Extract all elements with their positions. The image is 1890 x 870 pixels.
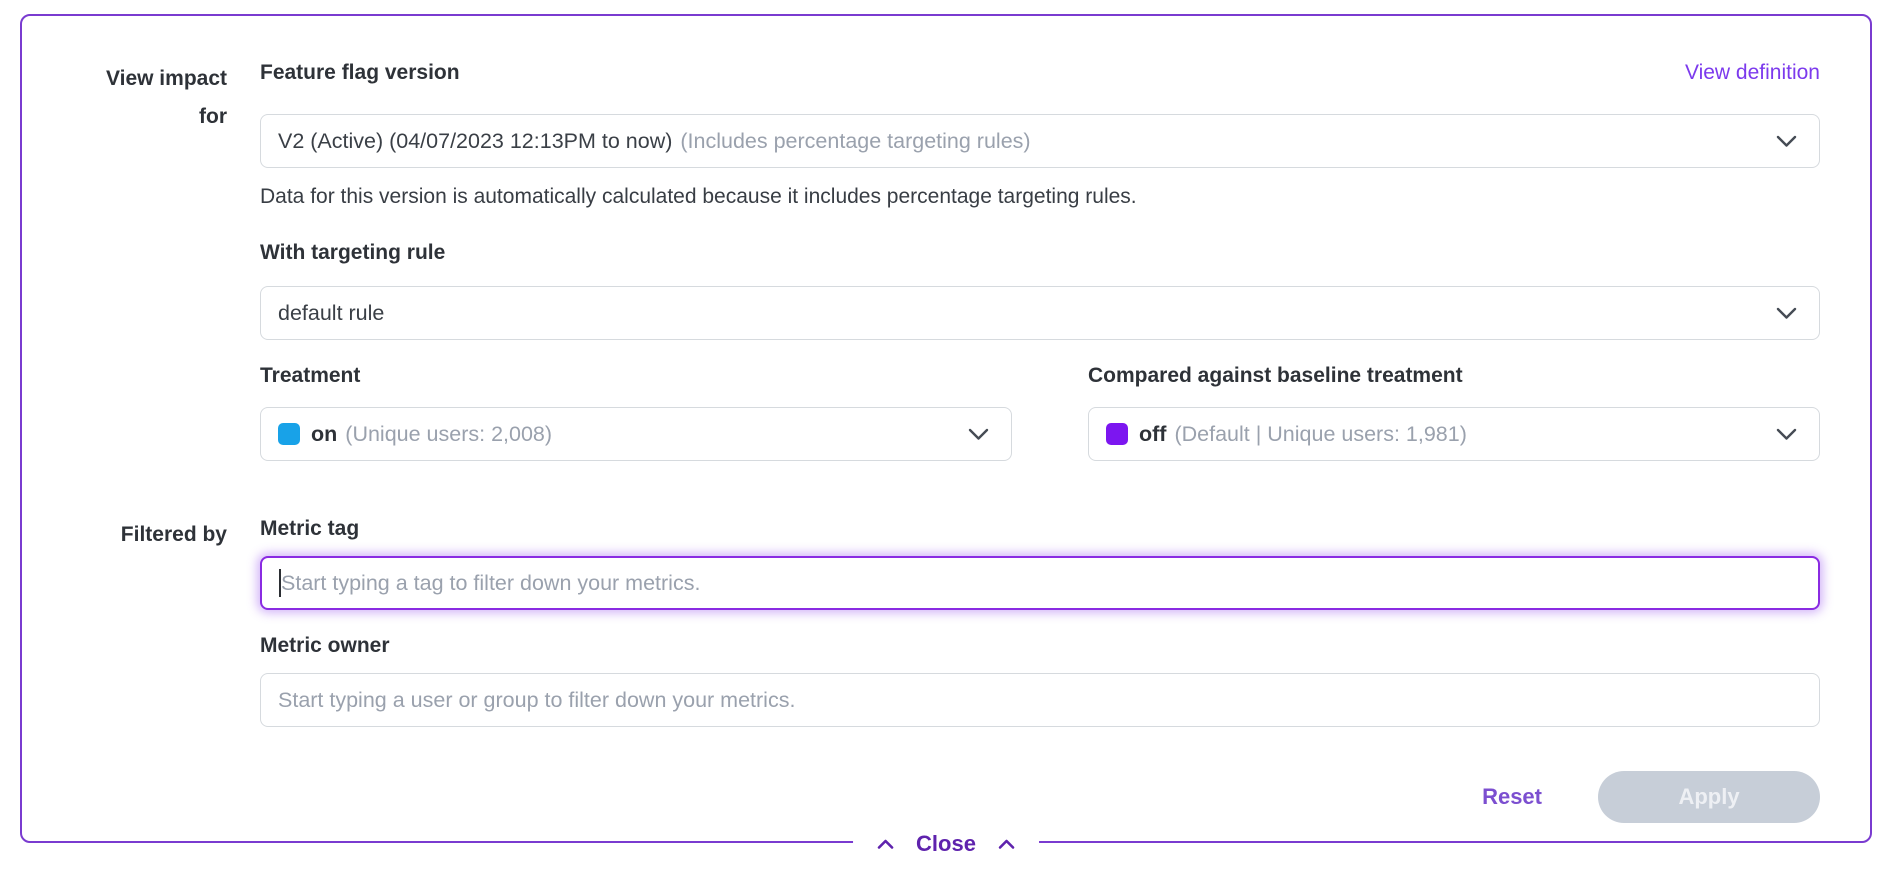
apply-button[interactable]: Apply <box>1598 771 1820 823</box>
version-header-row: Feature flag version View definition <box>260 60 1820 86</box>
treatment-name: on <box>311 422 337 447</box>
treatment-color-swatch <box>278 423 300 445</box>
version-value-main: V2 (Active) (04/07/2023 12:13PM to now) <box>278 129 672 154</box>
filtered-by-label: Filtered by <box>22 516 227 727</box>
targeting-rule-select[interactable]: default rule <box>260 286 1820 340</box>
targeting-rule-value: default rule <box>278 301 1760 326</box>
feature-flag-version-label: Feature flag version <box>260 60 460 86</box>
baseline-select[interactable]: off (Default | Unique users: 1,981) <box>1088 407 1820 461</box>
baseline-column: Compared against baseline treatment off … <box>1088 363 1820 461</box>
feature-flag-version-value: V2 (Active) (04/07/2023 12:13PM to now) … <box>278 129 1760 154</box>
version-helper-text: Data for this version is automatically c… <box>260 184 1820 210</box>
feature-flag-version-select[interactable]: V2 (Active) (04/07/2023 12:13PM to now) … <box>260 114 1820 168</box>
text-cursor <box>279 569 281 597</box>
version-section: Feature flag version View definition V2 … <box>260 60 1820 516</box>
metric-tag-label: Metric tag <box>260 516 1820 542</box>
metric-owner-input[interactable] <box>260 673 1820 727</box>
close-panel-control[interactable]: Close <box>853 831 1039 857</box>
panel-grid: View impact for Feature flag version Vie… <box>22 60 1820 823</box>
baseline-details: (Default | Unique users: 1,981) <box>1174 422 1466 447</box>
chevron-up-icon <box>998 839 1015 850</box>
baseline-color-swatch <box>1106 423 1128 445</box>
chevron-down-icon <box>1776 307 1797 320</box>
baseline-value: off (Default | Unique users: 1,981) <box>1106 422 1760 447</box>
treatment-comparison-row: Treatment on (Unique users: 2,008) Compa <box>260 363 1820 461</box>
metric-owner-label: Metric owner <box>260 633 1820 659</box>
version-value-note: (Includes percentage targeting rules) <box>680 129 1030 154</box>
treatment-column: Treatment on (Unique users: 2,008) <box>260 363 1012 461</box>
view-impact-for-label: View impact for <box>22 60 227 516</box>
metric-tag-field-wrap <box>260 556 1820 610</box>
chevron-down-icon <box>968 428 989 441</box>
treatment-details: (Unique users: 2,008) <box>345 422 552 447</box>
targeting-rule-label: With targeting rule <box>260 240 1820 266</box>
treatment-select[interactable]: on (Unique users: 2,008) <box>260 407 1012 461</box>
view-definition-link[interactable]: View definition <box>1685 60 1820 86</box>
filters-section: Metric tag Metric owner <box>260 516 1820 727</box>
metric-tag-input[interactable] <box>260 556 1820 610</box>
view-impact-filter-panel: View impact for Feature flag version Vie… <box>20 14 1872 843</box>
chevron-up-icon <box>877 839 894 850</box>
metric-owner-field-wrap <box>260 673 1820 727</box>
baseline-label: Compared against baseline treatment <box>1088 363 1820 389</box>
footer-actions: Reset Apply <box>260 771 1820 823</box>
footer-spacer <box>22 727 227 823</box>
treatment-value: on (Unique users: 2,008) <box>278 422 952 447</box>
chevron-down-icon <box>1776 428 1797 441</box>
baseline-name: off <box>1139 422 1166 447</box>
treatment-label: Treatment <box>260 363 1012 389</box>
close-label: Close <box>916 831 976 857</box>
chevron-down-icon <box>1776 135 1797 148</box>
reset-button[interactable]: Reset <box>1482 784 1542 810</box>
